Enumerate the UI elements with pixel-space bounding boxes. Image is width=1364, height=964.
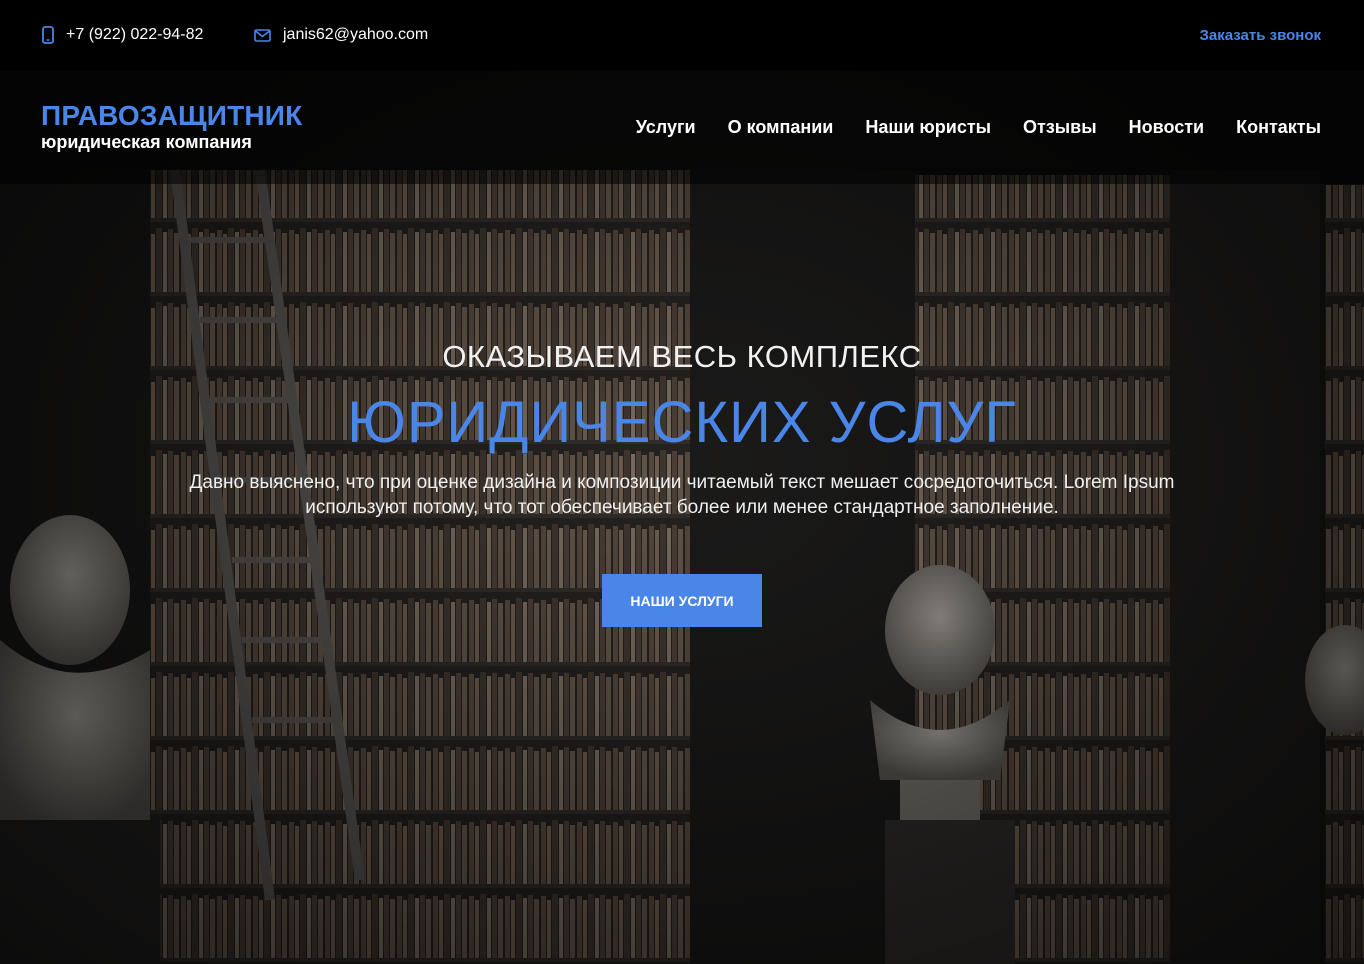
phone-contact[interactable]: +7 (922) 022-94-82: [42, 0, 203, 70]
hero-title: ЮРИДИЧЕСКИХ УСЛУГ: [347, 390, 1017, 455]
nav-item-services[interactable]: Услуги: [636, 117, 696, 138]
request-callback-link[interactable]: Заказать звонок: [1200, 0, 1321, 70]
email-address: janis62@yahoo.com: [283, 26, 429, 43]
nav-item-lawyers[interactable]: Наши юристы: [865, 117, 991, 138]
nav-item-about[interactable]: О компании: [728, 117, 834, 138]
nav-item-news[interactable]: Новости: [1129, 117, 1204, 138]
landing-page: +7 (922) 022-94-82 janis62@yahoo.com Зак…: [0, 0, 1364, 964]
our-services-button[interactable]: НАШИ УСЛУГИ: [602, 574, 762, 627]
logo-subtitle: юридическая компания: [41, 132, 252, 152]
hero-kicker: ОКАЗЫВАЕМ ВЕСЬ КОМПЛЕКС: [442, 339, 922, 374]
email-contact[interactable]: janis62@yahoo.com: [254, 0, 428, 70]
main-nav: Услуги О компании Наши юристы Отзывы Нов…: [636, 70, 1321, 184]
nav-item-contacts[interactable]: Контакты: [1236, 117, 1321, 138]
phone-number: +7 (922) 022-94-82: [66, 26, 204, 43]
site-header: ПРАВОЗАЩИТНИК юридическая компания Услуг…: [0, 70, 1364, 184]
logo[interactable]: ПРАВОЗАЩИТНИК юридическая компания: [41, 100, 302, 152]
top-contact-bar: +7 (922) 022-94-82 janis62@yahoo.com Зак…: [0, 0, 1364, 70]
hero-description: Давно выяснено, что при оценке дизайна и…: [189, 472, 1175, 518]
phone-icon: [42, 26, 54, 44]
nav-item-reviews[interactable]: Отзывы: [1023, 117, 1097, 138]
mail-icon: [254, 28, 271, 42]
hero-section: ОКАЗЫВАЕМ ВЕСЬ КОМПЛЕКС ЮРИДИЧЕСКИХ УСЛУ…: [0, 330, 1364, 627]
logo-title: ПРАВОЗАЩИТНИК: [41, 100, 303, 131]
